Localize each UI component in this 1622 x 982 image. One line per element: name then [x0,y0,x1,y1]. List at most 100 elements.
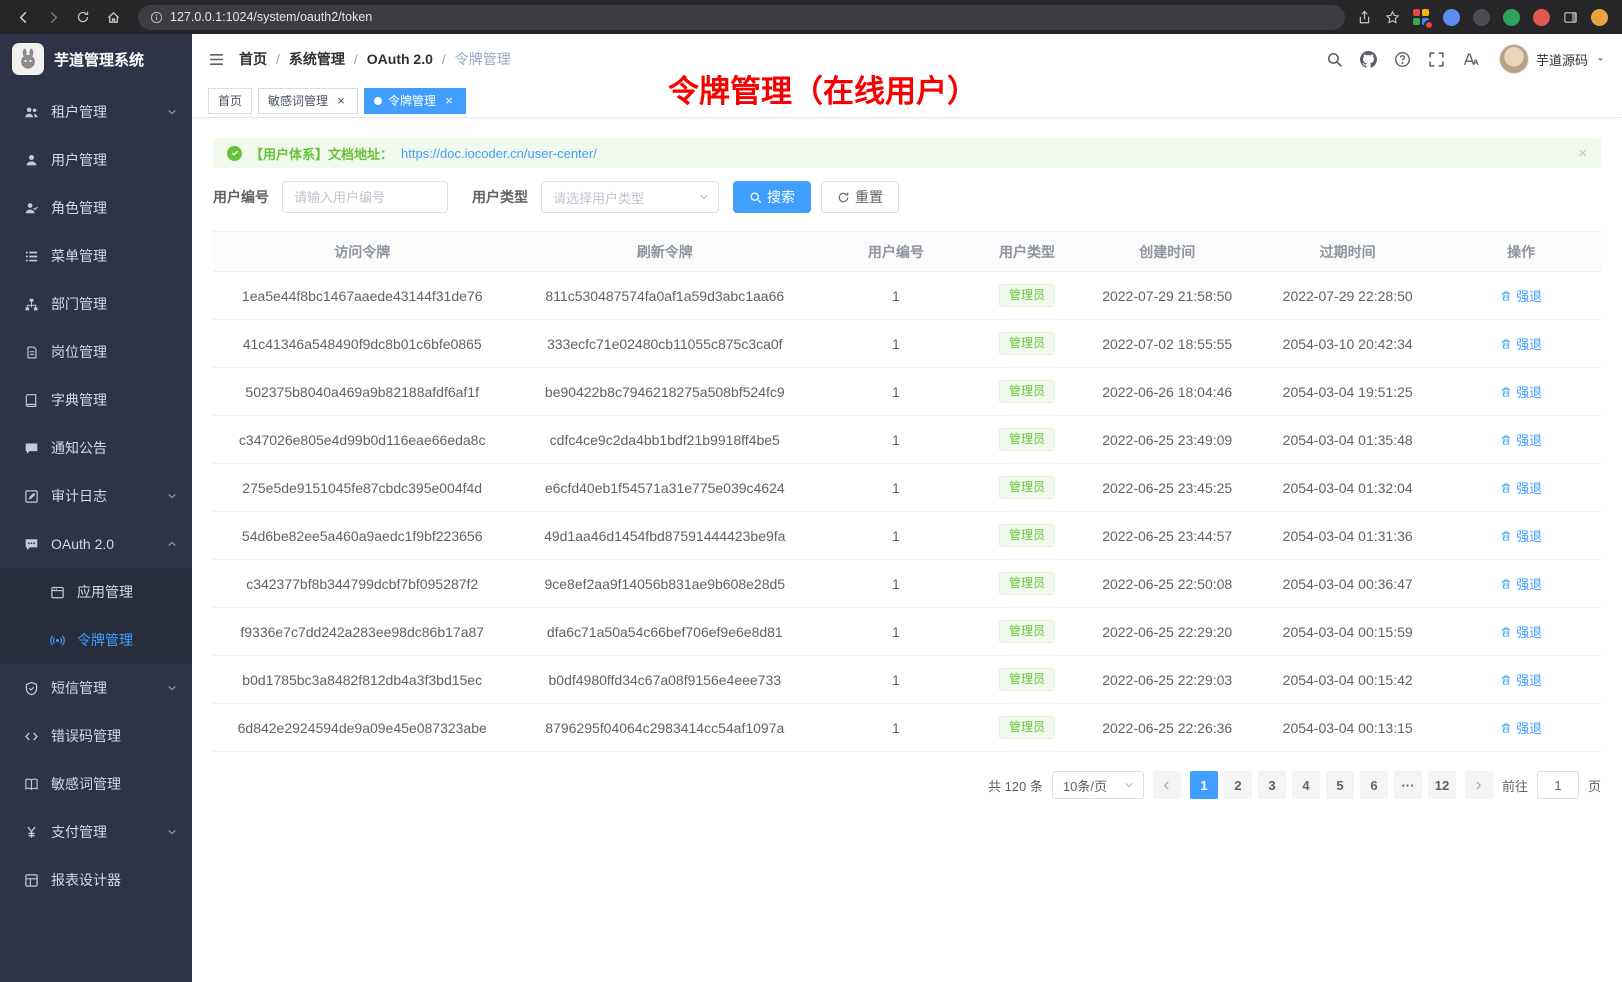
font-size-icon[interactable] [1462,51,1479,68]
bookmark-star-icon[interactable] [1385,10,1400,25]
page-button-3[interactable]: 3 [1258,771,1286,799]
notice-icon [24,441,39,456]
sidebar-item-report-designer[interactable]: 报表设计器 [0,856,192,904]
sidebar-item-dept[interactable]: 部门管理 [0,280,192,328]
refresh-icon [837,191,850,204]
force-logout-button[interactable]: 强退 [1500,478,1542,497]
force-logout-button[interactable]: 强退 [1500,430,1542,449]
sidebar-item-role[interactable]: 角色管理 [0,184,192,232]
sidebar-item-label: 敏感词管理 [51,774,178,794]
sidebar-item-sensitive-word[interactable]: 敏感词管理 [0,760,192,808]
extension-blue-icon[interactable] [1443,9,1460,26]
trash-icon [1500,338,1512,350]
share-icon[interactable] [1357,10,1372,25]
page-button-1[interactable]: 1 [1190,771,1218,799]
extension-green-icon[interactable] [1503,9,1520,26]
fullscreen-icon[interactable] [1428,51,1445,68]
breadcrumb-item[interactable]: OAuth 2.0 [367,51,433,67]
collapse-sidebar-icon[interactable] [208,51,225,68]
breadcrumb-item[interactable]: 系统管理 [289,49,345,69]
pagination: 共 120 条 10条/页 123456···12 前往 页 [213,771,1601,799]
sidebar-item-pay[interactable]: 支付管理 [0,808,192,856]
close-icon[interactable]: × [334,94,348,108]
sidebar-item-label: OAuth 2.0 [51,536,154,552]
sidebar-item-menu[interactable]: 菜单管理 [0,232,192,280]
search-icon[interactable] [1326,51,1343,68]
home-icon[interactable] [100,4,126,30]
extension-red-icon[interactable] [1533,9,1550,26]
sensitive-icon [24,777,39,792]
expire-time-cell: 2054-03-04 00:15:59 [1254,608,1441,656]
chevron-down-icon [166,682,178,694]
user-icon [24,153,39,168]
force-logout-button[interactable]: 强退 [1500,574,1542,593]
tab-home[interactable]: 首页 [208,88,252,114]
extension-dark-icon[interactable] [1473,9,1490,26]
goto-page-input[interactable] [1537,771,1579,799]
force-logout-button[interactable]: 强退 [1500,718,1542,737]
sidebar-item-oauth2-app[interactable]: 应用管理 [0,568,192,616]
site-info-icon[interactable] [150,11,163,24]
sidebar-item-label: 菜单管理 [51,246,178,266]
next-page-button[interactable] [1465,771,1493,799]
user-id-input[interactable] [282,181,448,213]
trash-icon [1500,290,1512,302]
force-logout-button[interactable]: 强退 [1500,334,1542,353]
force-logout-button[interactable]: 强退 [1500,670,1542,689]
app-logo: 芋道管理系统 [0,34,192,84]
sidebar-item-post[interactable]: 岗位管理 [0,328,192,376]
sidebar-item-sms[interactable]: 短信管理 [0,664,192,712]
forward-icon[interactable] [40,4,66,30]
sidebar-item-audit-log[interactable]: 审计日志 [0,472,192,520]
page-button-12[interactable]: 12 [1428,771,1456,799]
alert-doc-link[interactable]: https://doc.iocoder.cn/user-center/ [401,146,597,161]
sidebar-item-label: 角色管理 [51,198,178,218]
breadcrumb-item[interactable]: 首页 [239,49,267,69]
access-token-cell: 41c41346a548490f9dc8b01c6bfe0865 [213,320,511,368]
address-bar[interactable]: 127.0.0.1:1024/system/oauth2/token [138,5,1345,30]
page-button-5[interactable]: 5 [1326,771,1354,799]
table-row: c347026e805e4d99b0d116eae66eda8ccdfc4ce9… [213,416,1601,464]
force-logout-button[interactable]: 强退 [1500,622,1542,641]
refresh-token-cell: 9ce8ef2aa9f14056b831ae9b608e28d5 [511,560,818,608]
close-icon[interactable]: × [442,94,456,108]
sidebar-item-label: 审计日志 [51,486,154,506]
prev-page-button[interactable] [1153,771,1181,799]
search-button[interactable]: 搜索 [733,181,811,213]
sidebar-item-label: 部门管理 [51,294,178,314]
sidebar-item-dict[interactable]: 字典管理 [0,376,192,424]
help-icon[interactable] [1394,51,1411,68]
page-size-select[interactable]: 10条/页 [1052,771,1144,799]
sidebar-item-oauth2-token[interactable]: 令牌管理 [0,616,192,664]
profile-icon[interactable] [1591,9,1608,26]
page-button-6[interactable]: 6 [1360,771,1388,799]
sidebar-item-oauth2[interactable]: OAuth 2.0 [0,520,192,568]
split-view-icon[interactable] [1563,10,1578,25]
sidebar-item-notice[interactable]: 通知公告 [0,424,192,472]
force-logout-button[interactable]: 强退 [1500,526,1542,545]
page-button-2[interactable]: 2 [1224,771,1252,799]
github-icon[interactable] [1360,51,1377,68]
force-logout-label: 强退 [1516,382,1542,401]
user-menu[interactable]: 芋道源码 [1499,44,1606,74]
sidebar-item-error-code[interactable]: 错误码管理 [0,712,192,760]
expire-time-cell: 2022-07-29 22:28:50 [1254,272,1441,320]
reset-button[interactable]: 重置 [821,181,899,213]
force-logout-button[interactable]: 强退 [1500,286,1542,305]
created-time-cell: 2022-06-26 18:04:46 [1080,368,1254,416]
tab-token[interactable]: 令牌管理× [364,88,466,114]
chevron-down-icon [166,106,178,118]
sidebar-item-user[interactable]: 用户管理 [0,136,192,184]
extensions-icon[interactable] [1413,9,1430,26]
sidebar-item-tenant[interactable]: 租户管理 [0,88,192,136]
reload-icon[interactable] [70,4,96,30]
close-icon[interactable]: × [1578,145,1587,162]
back-icon[interactable] [10,4,36,30]
user-id-cell: 1 [818,320,973,368]
more-pages-button[interactable]: ··· [1394,771,1422,799]
user-type-select[interactable]: 请选择用户类型 [541,181,719,213]
user-type-cell: 管理员 [974,704,1081,752]
tab-sensitive-word[interactable]: 敏感词管理× [258,88,358,114]
page-button-4[interactable]: 4 [1292,771,1320,799]
force-logout-button[interactable]: 强退 [1500,382,1542,401]
